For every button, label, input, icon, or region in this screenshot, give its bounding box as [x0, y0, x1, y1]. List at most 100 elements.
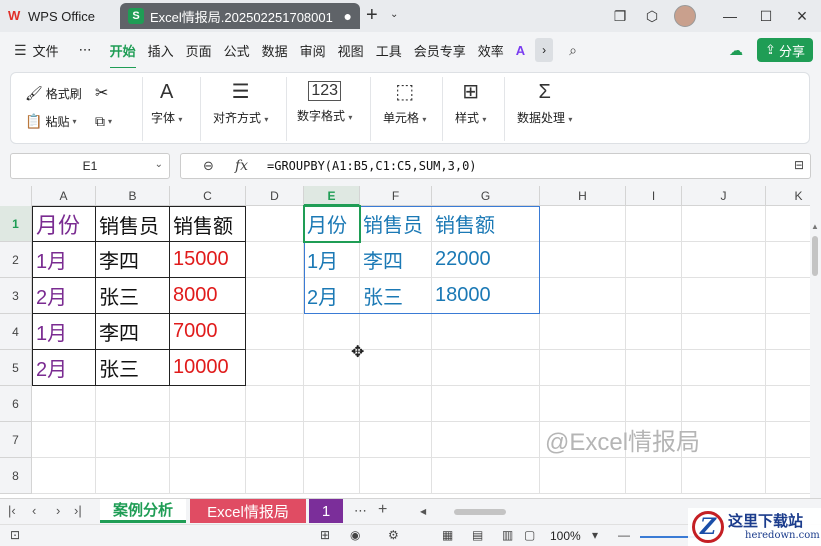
cube-icon[interactable]: ⬡ [642, 6, 662, 26]
grid-cell[interactable] [626, 206, 682, 242]
column-header[interactable]: I [626, 186, 682, 206]
source-cell[interactable]: 李四 [96, 242, 170, 278]
eye-icon[interactable]: ◉ [350, 528, 360, 542]
document-tab[interactable]: S Excel情报局.202502251708001 ● [120, 3, 360, 29]
grid-cell[interactable] [766, 422, 810, 458]
grid-cell[interactable] [246, 206, 304, 242]
last-sheet-icon[interactable]: ›| [74, 503, 82, 518]
column-header[interactable]: C [170, 186, 246, 206]
grid-cell[interactable] [432, 458, 540, 494]
grid-cell[interactable] [626, 242, 682, 278]
row-header[interactable]: 7 [0, 422, 32, 458]
share-button[interactable]: ⇪ 分享 [757, 38, 813, 62]
grid-cell[interactable] [96, 386, 170, 422]
row-header[interactable]: 4 [0, 314, 32, 350]
grid-cell[interactable] [682, 206, 766, 242]
grid-cell[interactable] [626, 314, 682, 350]
macro-icon[interactable]: ⊡ [10, 528, 20, 542]
grid-cell[interactable] [540, 278, 626, 314]
grid-cell[interactable] [246, 350, 304, 386]
grid-cell[interactable] [170, 386, 246, 422]
normal-view-icon[interactable]: ▦ [442, 528, 453, 542]
result-cell[interactable]: 销售员 [360, 206, 432, 242]
row-header[interactable]: 5 [0, 350, 32, 386]
result-cell[interactable]: 2月 [304, 278, 360, 314]
grid-cell[interactable] [682, 458, 766, 494]
source-cell[interactable]: 2月 [32, 350, 96, 386]
menu-data[interactable]: 数据 [256, 41, 294, 60]
menu-efficiency[interactable]: 效率 [472, 41, 510, 60]
chevron-down-icon[interactable]: ⌄ [155, 159, 163, 170]
grid-cell[interactable] [360, 422, 432, 458]
source-cell[interactable]: 张三 [96, 278, 170, 314]
grid-cell[interactable] [682, 350, 766, 386]
grid-cell[interactable] [432, 314, 540, 350]
source-cell[interactable]: 2月 [32, 278, 96, 314]
grid-cell[interactable] [304, 386, 360, 422]
grid-cell[interactable] [246, 242, 304, 278]
source-cell[interactable]: 7000 [170, 314, 246, 350]
font-button[interactable]: A 字体 ▾ [151, 81, 182, 126]
menu-view[interactable]: 视图 [332, 41, 370, 60]
grid-cell[interactable] [246, 314, 304, 350]
source-cell[interactable]: 8000 [170, 278, 246, 314]
menu-page[interactable]: 页面 [180, 41, 218, 60]
scroll-left-icon[interactable]: ◀ [420, 507, 426, 516]
grid-cell[interactable] [626, 350, 682, 386]
reading-view-icon[interactable]: ▢ [524, 528, 535, 542]
styles-button[interactable]: ⊞ 样式 ▾ [455, 81, 486, 126]
column-header[interactable]: E [304, 186, 360, 206]
result-cell[interactable]: 1月 [304, 242, 360, 278]
sheet-tab-excel-intel[interactable]: Excel情报局 [190, 499, 306, 523]
grid-cell[interactable] [626, 386, 682, 422]
close-icon[interactable]: × [792, 6, 812, 26]
grid-cell[interactable] [766, 386, 810, 422]
grid-cell[interactable] [170, 458, 246, 494]
number-format-button[interactable]: 123 数字格式 ▾ [297, 81, 352, 124]
home-tab[interactable]: W WPS Office [8, 4, 95, 28]
grid-cell[interactable] [540, 458, 626, 494]
column-header[interactable]: J [682, 186, 766, 206]
row-header[interactable]: 1 [0, 206, 32, 242]
grid-cell[interactable] [32, 458, 96, 494]
grid-cell[interactable] [32, 422, 96, 458]
tab-list-chevron-icon[interactable]: ⌄ [390, 9, 398, 20]
grid-cell[interactable] [766, 314, 810, 350]
source-cell[interactable]: 1月 [32, 314, 96, 350]
grid-cell[interactable] [540, 206, 626, 242]
grid-cell[interactable] [626, 458, 682, 494]
spreadsheet-grid[interactable]: ABCDEFGHIJK 1 月份 销售员 销售额 月份 销售员 销售额 2 1月 李四 15000 1… [0, 186, 810, 498]
select-all-corner[interactable] [0, 186, 32, 206]
source-cell[interactable]: 10000 [170, 350, 246, 386]
scroll-up-icon[interactable]: ▲ [811, 222, 819, 231]
minimize-icon[interactable]: — [720, 6, 740, 26]
cloud-sync-icon[interactable]: ☁ [729, 42, 743, 59]
grid-cell[interactable] [540, 350, 626, 386]
menu-more[interactable]: ⋯ [73, 42, 98, 58]
more-sheets-button[interactable]: ⋯ [354, 503, 367, 519]
sheet-tab-1[interactable]: 1 [309, 499, 343, 523]
source-cell[interactable]: 15000 [170, 242, 246, 278]
result-cell[interactable]: 18000 [432, 278, 540, 314]
menu-scroll-right-icon[interactable]: › [535, 38, 554, 62]
zoom-out-icon[interactable]: — [618, 528, 630, 542]
row-header[interactable]: 3 [0, 278, 32, 314]
source-cell[interactable]: 销售额 [170, 206, 246, 242]
grid-cell[interactable] [766, 206, 810, 242]
page-break-icon[interactable]: ▥ [502, 528, 513, 542]
grid-cell[interactable] [360, 350, 432, 386]
source-cell[interactable]: 月份 [32, 206, 96, 242]
menu-tools[interactable]: 工具 [370, 41, 408, 60]
cells-button[interactable]: ⬚ 单元格 ▾ [383, 81, 426, 126]
cut-icon[interactable]: ✂ [95, 83, 108, 103]
next-sheet-icon[interactable]: › [56, 503, 60, 518]
grid-cell[interactable] [540, 386, 626, 422]
row-header[interactable]: 6 [0, 386, 32, 422]
column-header[interactable]: F [360, 186, 432, 206]
zoom-level[interactable]: 100% [550, 529, 581, 543]
grid-cell[interactable] [626, 278, 682, 314]
prev-sheet-icon[interactable]: ‹ [32, 503, 36, 518]
format-painter-button[interactable]: 🖌 格式刷 [25, 85, 82, 102]
new-tab-button[interactable]: + [366, 5, 378, 25]
column-header[interactable]: G [432, 186, 540, 206]
